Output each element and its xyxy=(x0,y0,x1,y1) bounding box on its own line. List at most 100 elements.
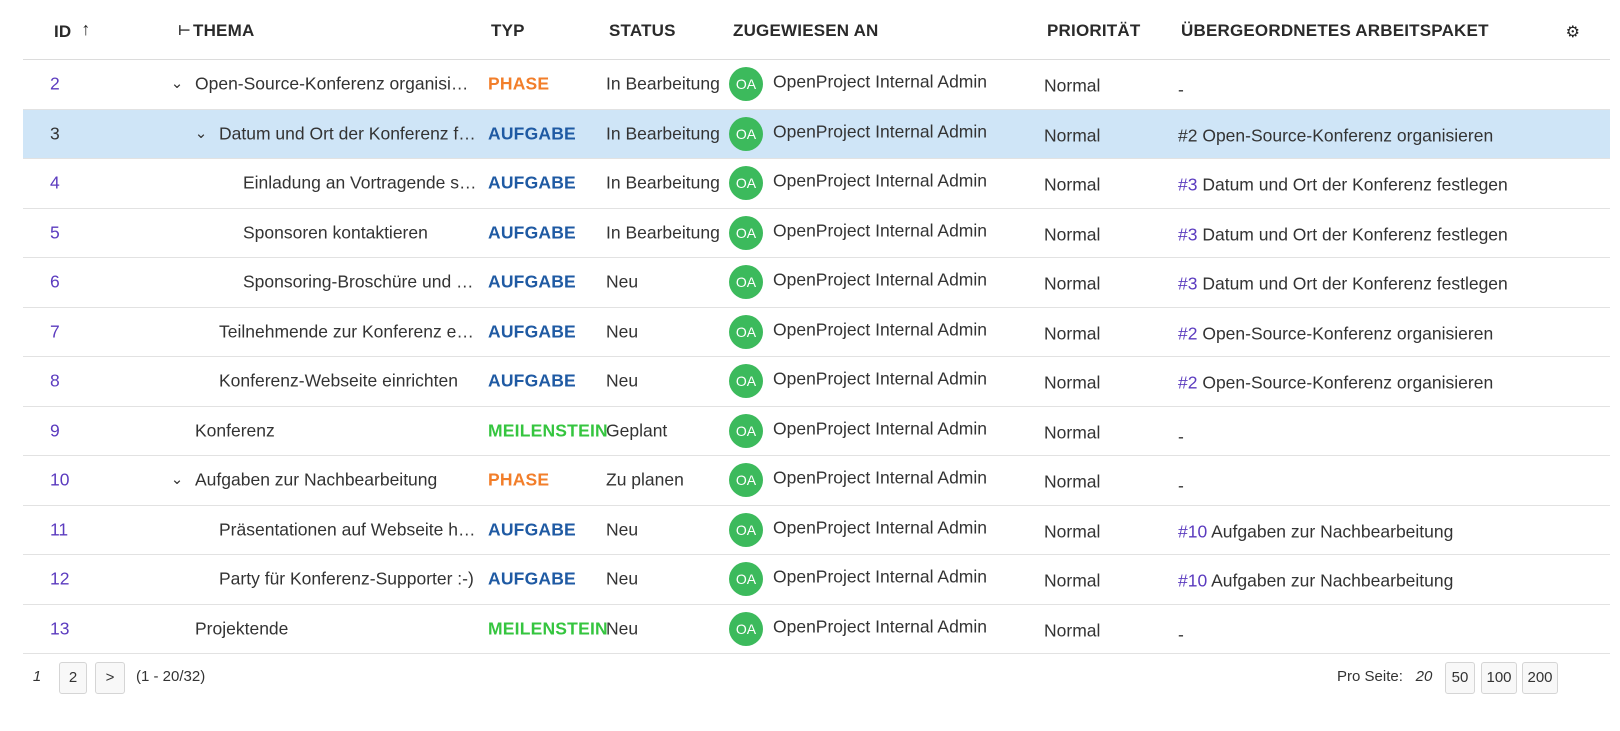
work-package-priority[interactable]: Normal xyxy=(1044,76,1100,97)
work-package-subject[interactable]: Aufgaben zur Nachbearbeitung xyxy=(195,470,437,491)
work-package-assignee[interactable]: OpenProject Internal Admin xyxy=(773,369,987,390)
column-header-id[interactable]: ID ↑ xyxy=(54,19,91,42)
parent-id-link[interactable]: #2 xyxy=(1178,323,1197,343)
work-package-parent[interactable]: #3 Datum und Ort der Konferenz festlegen xyxy=(1178,224,1508,245)
table-row[interactable]: 9 Konferenz MEILENSTEIN Geplant OA OpenProjec… xyxy=(23,407,1610,456)
work-package-priority[interactable]: Normal xyxy=(1044,373,1100,394)
work-package-subject[interactable]: Teilnehmende zur Konferenz einl... xyxy=(219,321,477,342)
work-package-priority[interactable]: Normal xyxy=(1044,323,1100,344)
work-package-status[interactable]: Neu xyxy=(606,618,638,639)
table-row[interactable]: 10 ⌄ Aufgaben zur Nachbearbeitung PHASE Zu p… xyxy=(23,456,1610,506)
work-package-parent[interactable]: - xyxy=(1178,76,1184,100)
column-header-parent[interactable]: ÜBERGEORDNETES ARBEITSPAKET xyxy=(1181,21,1489,41)
work-package-priority[interactable]: Normal xyxy=(1044,620,1100,641)
work-package-subject[interactable]: Party für Konferenz-Supporter :-) xyxy=(219,569,474,590)
work-package-priority[interactable]: Normal xyxy=(1044,571,1100,592)
table-row[interactable]: 11 Präsentationen auf Webseite ho... AUFGA… xyxy=(23,506,1610,555)
work-package-subject[interactable]: Sponsoring-Broschüre und Fl... xyxy=(243,272,477,293)
work-package-priority[interactable]: Normal xyxy=(1044,224,1100,245)
work-package-subject[interactable]: Projektende xyxy=(195,618,288,639)
work-package-status[interactable]: Neu xyxy=(606,321,638,342)
work-package-id-link[interactable]: 9 xyxy=(50,420,60,441)
work-package-assignee[interactable]: OpenProject Internal Admin xyxy=(773,171,987,192)
work-package-status[interactable]: Neu xyxy=(606,519,638,540)
table-row[interactable]: 4 Einladung an Vortragende se... AUFGABE In… xyxy=(23,159,1610,209)
work-package-status[interactable]: In Bearbeitung xyxy=(606,222,720,243)
work-package-id-link[interactable]: 8 xyxy=(50,371,60,392)
table-row[interactable]: 8 Konferenz-Webseite einrichten AUFGABE Neu… xyxy=(23,357,1610,407)
work-package-assignee[interactable]: OpenProject Internal Admin xyxy=(773,567,987,588)
table-row[interactable]: 7 Teilnehmende zur Konferenz einl... AUFGA… xyxy=(23,308,1610,357)
table-row[interactable]: 13 Projektende MEILENSTEIN Neu OA OpenProject… xyxy=(23,605,1610,654)
work-package-priority[interactable]: Normal xyxy=(1044,422,1100,443)
work-package-assignee[interactable]: OpenProject Internal Admin xyxy=(773,270,987,291)
table-row[interactable]: 3 ⌄ Datum und Ort der Konferenz fe... AUFGA… xyxy=(23,109,1610,159)
work-package-assignee[interactable]: OpenProject Internal Admin xyxy=(773,72,987,93)
gear-icon[interactable]: ⚙ xyxy=(1566,22,1580,42)
work-package-parent[interactable]: - xyxy=(1178,472,1184,496)
column-header-subject[interactable]: THEMA xyxy=(193,21,254,41)
work-package-subject[interactable]: Präsentationen auf Webseite ho... xyxy=(219,519,477,540)
work-package-status[interactable]: In Bearbeitung xyxy=(606,74,720,95)
parent-id-link[interactable]: #3 xyxy=(1178,224,1197,244)
work-package-subject[interactable]: Konferenz xyxy=(195,420,275,441)
work-package-parent[interactable]: - xyxy=(1178,422,1184,446)
work-package-id-link[interactable]: 11 xyxy=(50,519,68,540)
work-package-parent[interactable]: #2 Open-Source-Konferenz organisieren xyxy=(1178,125,1493,146)
work-package-status[interactable]: Neu xyxy=(606,272,638,293)
work-package-parent[interactable]: #10 Aufgaben zur Nachbearbeitung xyxy=(1178,571,1453,592)
column-header-type[interactable]: TYP xyxy=(491,21,525,41)
work-package-assignee[interactable]: OpenProject Internal Admin xyxy=(773,121,987,142)
work-package-priority[interactable]: Normal xyxy=(1044,274,1100,295)
work-package-assignee[interactable]: OpenProject Internal Admin xyxy=(773,616,987,637)
work-package-assignee[interactable]: OpenProject Internal Admin xyxy=(773,517,987,538)
next-page-button[interactable]: > xyxy=(95,662,125,694)
parent-id-link[interactable]: #10 xyxy=(1178,571,1207,591)
work-package-status[interactable]: Neu xyxy=(606,371,638,392)
work-package-id-link[interactable]: 2 xyxy=(50,74,60,95)
per-page-50-button[interactable]: 50 xyxy=(1445,662,1475,694)
work-package-parent[interactable]: #10 Aufgaben zur Nachbearbeitung xyxy=(1178,521,1453,542)
work-package-parent[interactable]: #2 Open-Source-Konferenz organisieren xyxy=(1178,373,1493,394)
work-package-id-link[interactable]: 13 xyxy=(50,618,69,639)
work-package-id-link[interactable]: 5 xyxy=(50,222,60,243)
parent-id-link[interactable]: #2 xyxy=(1178,125,1197,145)
work-package-subject[interactable]: Datum und Ort der Konferenz fe... xyxy=(219,123,477,144)
table-row[interactable]: 12 Party für Konferenz-Supporter :-) AUFGA… xyxy=(23,555,1610,605)
work-package-id-link[interactable]: 12 xyxy=(50,569,69,590)
work-package-parent[interactable]: #3 Datum und Ort der Konferenz festlegen xyxy=(1178,274,1508,295)
table-row[interactable]: 5 Sponsoren kontaktieren AUFGABE In Bearbei… xyxy=(23,209,1610,258)
work-package-assignee[interactable]: OpenProject Internal Admin xyxy=(773,220,987,241)
chevron-down-icon[interactable]: ⌄ xyxy=(170,470,184,488)
work-package-priority[interactable]: Normal xyxy=(1044,472,1100,493)
work-package-subject[interactable]: Einladung an Vortragende se... xyxy=(243,173,477,194)
work-package-id-link[interactable]: 7 xyxy=(50,321,60,342)
sort-ascending-icon[interactable]: ↑ xyxy=(81,19,90,40)
work-package-status[interactable]: Zu planen xyxy=(606,470,684,491)
per-page-100-button[interactable]: 100 xyxy=(1481,662,1517,694)
work-package-status[interactable]: In Bearbeitung xyxy=(606,123,720,144)
column-header-assignee[interactable]: ZUGEWIESEN AN xyxy=(733,21,879,41)
page-2-button[interactable]: 2 xyxy=(59,662,87,694)
work-package-parent[interactable]: #3 Datum und Ort der Konferenz festlegen xyxy=(1178,175,1508,196)
parent-id-link[interactable]: #2 xyxy=(1178,373,1197,393)
column-header-priority[interactable]: PRIORITÄT xyxy=(1047,21,1140,41)
chevron-down-icon[interactable]: ⌄ xyxy=(170,74,184,92)
per-page-200-button[interactable]: 200 xyxy=(1522,662,1558,694)
table-row[interactable]: 6 Sponsoring-Broschüre und Fl... AUFGABE Ne… xyxy=(23,258,1610,308)
work-package-id-link[interactable]: 10 xyxy=(50,470,69,491)
work-package-parent[interactable]: #2 Open-Source-Konferenz organisieren xyxy=(1178,323,1493,344)
work-package-subject[interactable]: Sponsoren kontaktieren xyxy=(243,222,428,243)
hierarchy-toggle-icon[interactable]: ⊢ xyxy=(178,22,191,39)
parent-id-link[interactable]: #3 xyxy=(1178,175,1197,195)
work-package-priority[interactable]: Normal xyxy=(1044,125,1100,146)
work-package-assignee[interactable]: OpenProject Internal Admin xyxy=(773,468,987,489)
work-package-assignee[interactable]: OpenProject Internal Admin xyxy=(773,319,987,340)
work-package-subject[interactable]: Konferenz-Webseite einrichten xyxy=(219,371,458,392)
work-package-id-link[interactable]: 4 xyxy=(50,173,60,194)
work-package-id-link[interactable]: 3 xyxy=(50,123,60,144)
table-row[interactable]: 2 ⌄ Open-Source-Konferenz organisiere... PH… xyxy=(23,60,1610,110)
work-package-status[interactable]: In Bearbeitung xyxy=(606,173,720,194)
column-header-status[interactable]: STATUS xyxy=(609,21,676,41)
work-package-parent[interactable]: - xyxy=(1178,620,1184,644)
